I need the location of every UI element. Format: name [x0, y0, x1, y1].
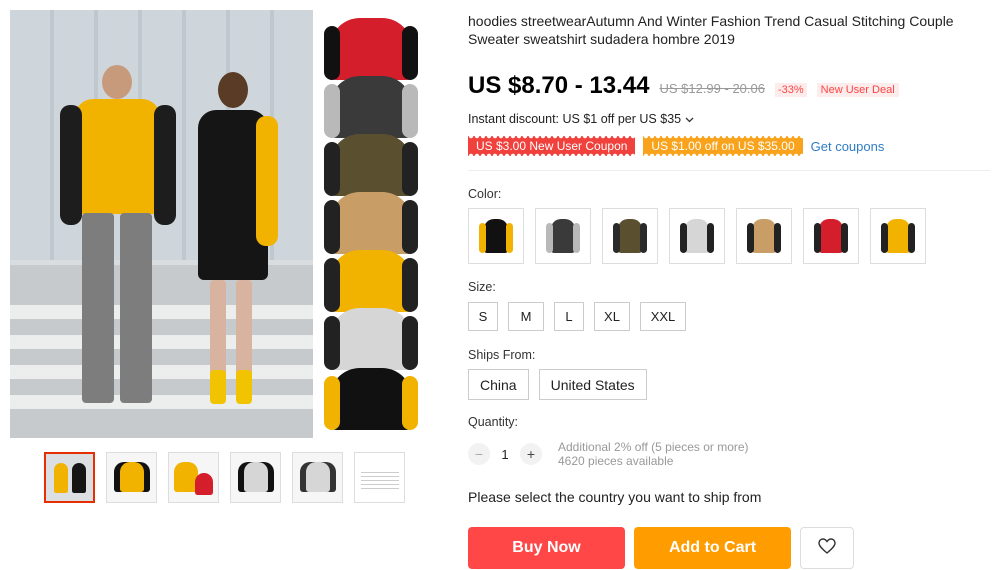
- price-row: US $8.70 - 13.44 US $12.99 - 20.06 -33% …: [468, 72, 899, 100]
- size-options: S M L XL XXL: [468, 302, 686, 331]
- ship-country-note: Please select the country you want to sh…: [468, 489, 762, 505]
- quantity-decrease-button[interactable]: −: [468, 443, 490, 465]
- color-swatch-6[interactable]: [803, 208, 859, 264]
- divider: [468, 170, 990, 171]
- color-label: Color:: [468, 187, 502, 201]
- original-price: US $12.99 - 20.06: [659, 81, 765, 96]
- quantity-value[interactable]: 1: [500, 447, 510, 462]
- hoodie-color-preview: [881, 219, 915, 253]
- hoodie-color-preview: [613, 219, 647, 253]
- hoodie-color-preview: [546, 219, 580, 253]
- color-swatch-1[interactable]: [468, 208, 524, 264]
- discount-badge: -33%: [774, 83, 807, 97]
- thumbnail-2[interactable]: [106, 452, 157, 503]
- coupon-store[interactable]: US $1.00 off on US $35.00: [643, 136, 803, 156]
- bulk-discount-text: Additional 2% off (5 pieces or more): [558, 440, 749, 454]
- instant-discount-text: Instant discount: US $1 off per US $35: [468, 112, 682, 126]
- instant-discount[interactable]: Instant discount: US $1 off per US $35: [468, 112, 694, 126]
- thumbnail-4[interactable]: [230, 452, 281, 503]
- color-swatch-2[interactable]: [535, 208, 591, 264]
- size-option-m[interactable]: M: [508, 302, 544, 331]
- color-variants-strip: [322, 10, 420, 438]
- ships-from-china[interactable]: China: [468, 369, 529, 400]
- photo-model-man: [60, 65, 190, 435]
- ships-from-united-states[interactable]: United States: [538, 369, 647, 400]
- size-label: Size:: [468, 280, 496, 294]
- hoodie-color-preview: [814, 219, 848, 253]
- hoodie-color-preview: [479, 219, 513, 253]
- chevron-down-icon: [685, 112, 694, 126]
- color-swatch-4[interactable]: [669, 208, 725, 264]
- size-option-xl[interactable]: XL: [594, 302, 630, 331]
- current-price: US $8.70 - 13.44: [468, 72, 650, 99]
- hoodie-color-preview: [680, 219, 714, 253]
- coupon-row: US $3.00 New User Coupon US $1.00 off on…: [468, 136, 884, 156]
- photo-model-woman: [190, 72, 290, 432]
- color-swatch-5[interactable]: [736, 208, 792, 264]
- coupon-new-user[interactable]: US $3.00 New User Coupon: [468, 136, 636, 156]
- add-to-cart-button[interactable]: Add to Cart: [634, 527, 791, 569]
- buy-now-button[interactable]: Buy Now: [468, 527, 625, 569]
- hoodie-color-preview: [747, 219, 781, 253]
- ships-from-options: China United States: [468, 369, 647, 400]
- color-swatch-3[interactable]: [602, 208, 658, 264]
- thumbnail-3[interactable]: [168, 452, 219, 503]
- new-user-deal-badge: New User Deal: [816, 83, 899, 97]
- get-coupons-link[interactable]: Get coupons: [811, 139, 885, 154]
- quantity-increase-button[interactable]: +: [520, 443, 542, 465]
- thumbnail-list: [44, 452, 405, 503]
- size-option-l[interactable]: L: [554, 302, 584, 331]
- product-title: hoodies streetwearAutumn And Winter Fash…: [468, 13, 954, 47]
- heart-icon: [818, 537, 836, 559]
- size-option-xxl[interactable]: XXL: [640, 302, 686, 331]
- quantity-info: Additional 2% off (5 pieces or more) 462…: [558, 440, 749, 468]
- color-options: [468, 208, 926, 264]
- main-product-photo[interactable]: [10, 10, 313, 438]
- quantity-label: Quantity:: [468, 415, 519, 429]
- thumbnail-size-chart[interactable]: [354, 452, 405, 503]
- wishlist-button[interactable]: [800, 527, 854, 569]
- quantity-stepper: − 1 + Additional 2% off (5 pieces or mor…: [468, 440, 749, 468]
- thumbnail-1[interactable]: [44, 452, 95, 503]
- ships-from-label: Ships From:: [468, 348, 536, 362]
- size-option-s[interactable]: S: [468, 302, 498, 331]
- stock-available-text: 4620 pieces available: [558, 454, 674, 468]
- color-swatch-7[interactable]: [870, 208, 926, 264]
- thumbnail-5[interactable]: [292, 452, 343, 503]
